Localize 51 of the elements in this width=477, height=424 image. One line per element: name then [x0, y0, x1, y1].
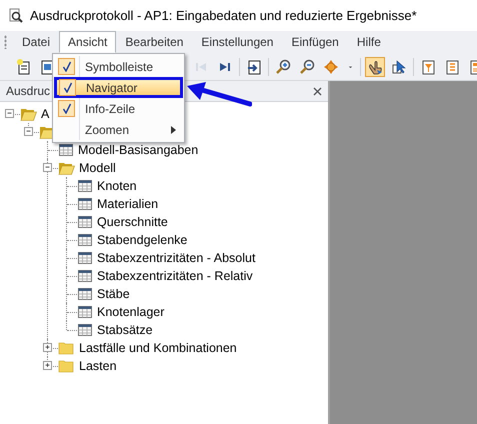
tree-item[interactable]: Knoten [97, 179, 137, 193]
table-icon [77, 251, 93, 265]
submenu-arrow-icon [171, 126, 176, 134]
tree-item[interactable]: Stabexzentrizitäten - Absolut [97, 251, 256, 265]
menu-option[interactable]: Info-Zeile [54, 98, 183, 119]
table-icon [77, 215, 93, 229]
tree-item[interactable]: Knotenlager [97, 305, 164, 319]
expand-icon[interactable] [43, 343, 52, 352]
check-icon [62, 103, 72, 114]
table-icon [77, 233, 93, 247]
tree-item[interactable]: Stabexzentrizitäten - Relativ [97, 269, 253, 283]
menu-item[interactable]: Einfügen [282, 31, 348, 53]
folder-icon [58, 161, 75, 175]
panel-title: Ausdruc [6, 84, 50, 98]
menu-item[interactable]: Ansicht [59, 31, 116, 53]
menu-item[interactable]: Datei [13, 31, 60, 53]
annotation-arrow [184, 82, 252, 108]
tree-item[interactable]: Lastfälle und Kombinationen [79, 341, 237, 355]
close-icon[interactable] [313, 86, 322, 96]
menu-option[interactable]: Navigator [54, 77, 183, 98]
menu-option[interactable]: Zoomen [54, 119, 183, 140]
table-icon [77, 305, 93, 319]
menu-item[interactable]: Einstellungen [192, 31, 282, 53]
collapse-icon[interactable] [24, 127, 33, 136]
tree-item[interactable]: Querschnitte [97, 215, 168, 229]
table-icon [77, 269, 93, 283]
folder-icon [58, 341, 75, 355]
collapse-icon[interactable] [43, 163, 52, 172]
tree-item[interactable]: Lasten [79, 359, 117, 373]
table-icon [77, 287, 93, 301]
hand-icon[interactable] [365, 56, 385, 76]
check-icon [62, 61, 72, 72]
expand-icon[interactable] [43, 361, 52, 370]
collapse-icon[interactable] [5, 109, 14, 118]
tree-item[interactable]: Stabendgelenke [97, 233, 188, 247]
magnifier-page-icon [8, 8, 24, 24]
folder-icon [58, 359, 75, 373]
menu-item[interactable]: Bearbeiten [116, 31, 192, 53]
tree-item[interactable]: Stabsätze [97, 323, 153, 337]
tree-item[interactable]: A [41, 107, 50, 121]
tree-item[interactable]: Materialien [97, 197, 158, 211]
table-icon [77, 197, 93, 211]
tree-item[interactable]: Stäbe [97, 287, 130, 301]
table-icon [77, 323, 93, 337]
tree-item[interactable]: Modell [79, 161, 116, 175]
tree-item[interactable]: Modell-Basisangaben [78, 143, 198, 157]
folder-icon [20, 107, 37, 121]
window-title: Ausdruckprotokoll - AP1: Eingabedaten und reduzierte Ergebnisse* [30, 8, 417, 23]
check-icon [62, 82, 72, 93]
table-icon [77, 179, 93, 193]
menu-item[interactable]: Hilfe [348, 31, 390, 53]
